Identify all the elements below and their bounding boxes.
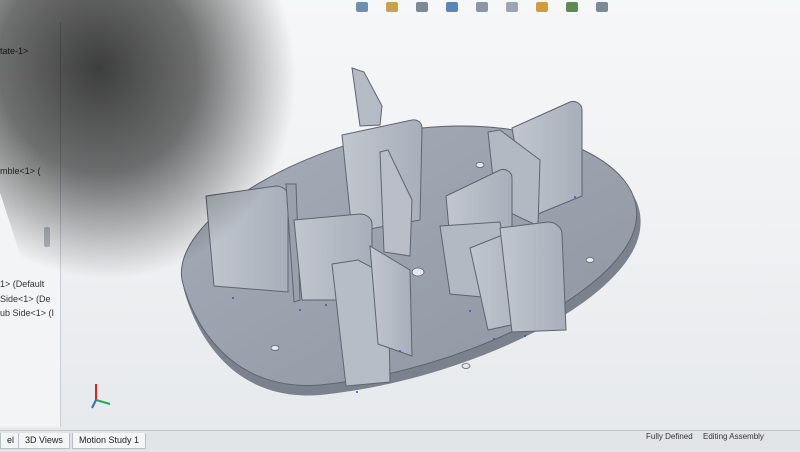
graphics-viewport[interactable] bbox=[62, 22, 800, 427]
tab-motion-study[interactable]: Motion Study 1 bbox=[72, 433, 147, 449]
status-editing-assembly: Editing Assembly bbox=[703, 432, 764, 441]
assembly-model bbox=[180, 67, 641, 396]
tab-3d-views[interactable]: 3D Views bbox=[18, 433, 70, 449]
status-fully-defined: Fully Defined bbox=[646, 432, 693, 441]
bottom-tab-bar: el 3D Views Motion Study 1 Fully Defined… bbox=[0, 430, 800, 452]
cad-window: tate-1> mble<1> ( 1> (Default Side<1> (D… bbox=[0, 0, 800, 452]
orientation-triad-icon bbox=[90, 378, 114, 410]
